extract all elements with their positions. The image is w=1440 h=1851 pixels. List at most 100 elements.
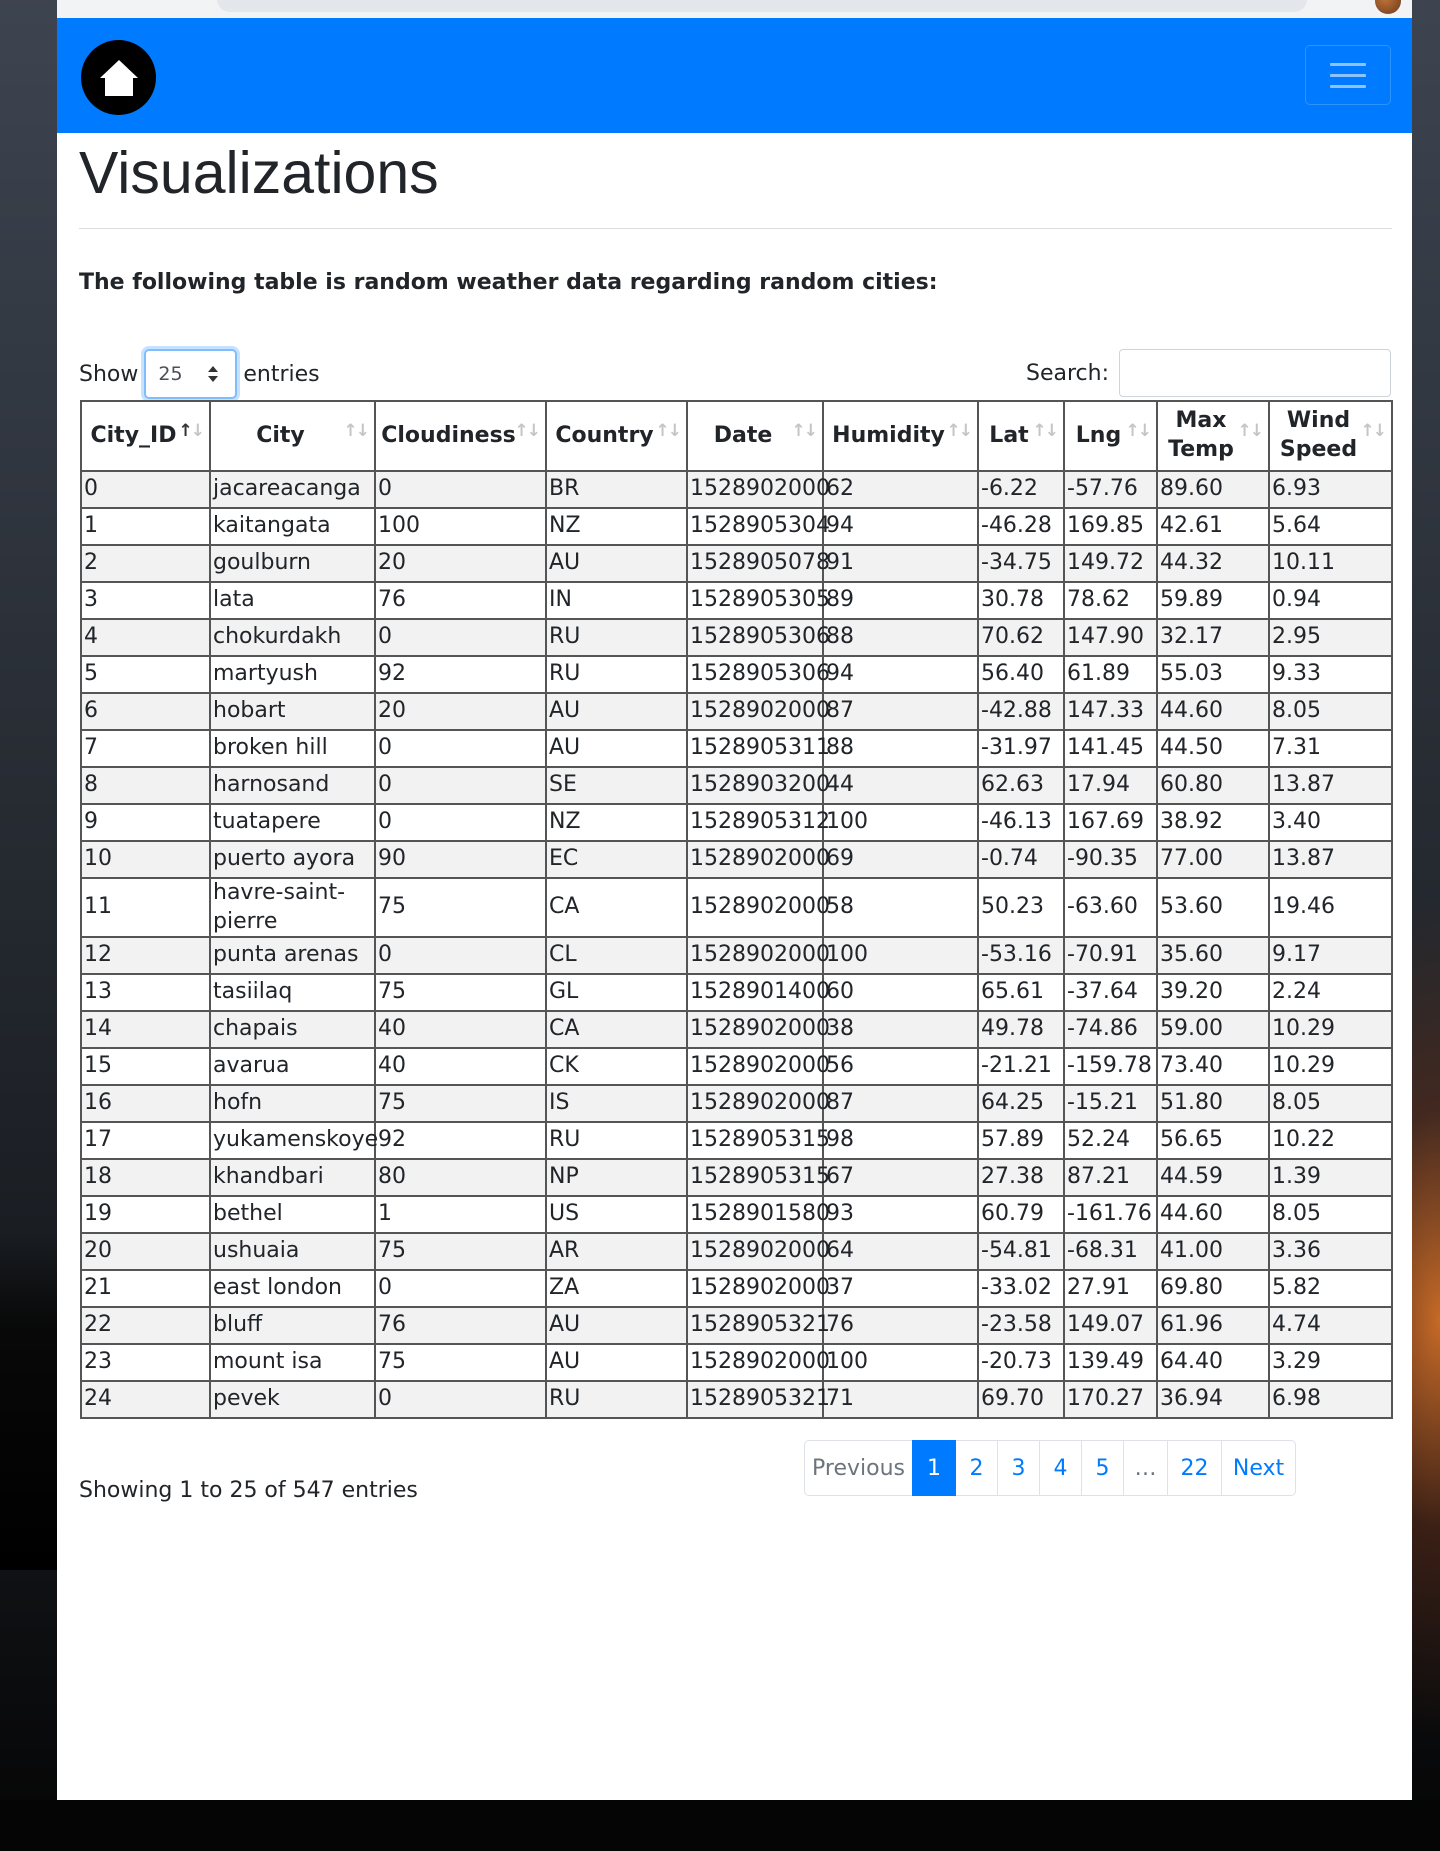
column-header-cloudiness[interactable]: Cloudiness ↑↓ — [374, 400, 547, 472]
navbar-toggler-button[interactable] — [1305, 45, 1391, 105]
table-cell: 75 — [374, 1084, 547, 1124]
table-cell: 56.40 — [977, 655, 1065, 694]
profile-avatar[interactable] — [1375, 0, 1401, 14]
table-cell: 5.82 — [1268, 1269, 1393, 1309]
table-cell: 13.87 — [1268, 766, 1393, 805]
table-cell: RU — [545, 1121, 688, 1161]
table-cell: tasiilaq — [209, 973, 376, 1013]
table-cell: 27.91 — [1063, 1269, 1158, 1309]
entries-select-value: 25 — [158, 363, 183, 385]
table-cell: 23 — [80, 1343, 211, 1383]
intro-text: The following table is random weather da… — [79, 270, 938, 295]
table-cell: 14 — [80, 1010, 211, 1050]
table-cell: 139.49 — [1063, 1343, 1158, 1383]
column-header-city[interactable]: City ↑↓ — [209, 400, 376, 472]
table-cell: 15 — [80, 1047, 211, 1087]
page-title: Visualizations — [79, 140, 439, 206]
table-cell: AU — [545, 692, 688, 731]
table-cell: 1528902000 — [686, 692, 830, 731]
search-input[interactable] — [1119, 349, 1391, 397]
table-cell: -23.58 — [977, 1306, 1065, 1346]
home-button[interactable] — [81, 40, 156, 115]
table-cell: 0 — [374, 1269, 547, 1309]
table-row: 12 punta arenas 0 CL 1528902000 100 -53.16 -70.… — [80, 936, 1393, 976]
table-cell: 75 — [374, 876, 547, 939]
table-cell: 9.33 — [1268, 655, 1393, 694]
table-cell: 13.87 — [1268, 840, 1393, 879]
table-cell: 35.60 — [1156, 936, 1270, 976]
table-cell: 1528905311 — [686, 729, 830, 768]
sort-icon: ↑↓ — [1360, 421, 1387, 441]
table-cell: 1528903200 — [686, 766, 830, 805]
table-cell: 49.78 — [977, 1010, 1065, 1050]
table-cell: tuatapere — [209, 803, 376, 842]
table-cell: NZ — [545, 803, 688, 842]
pagination-page-3[interactable]: 3 — [997, 1440, 1040, 1496]
table-cell: GL — [545, 973, 688, 1013]
table-cell: SE — [545, 766, 688, 805]
table-cell: 98 — [822, 1121, 979, 1161]
table-cell: 12 — [80, 936, 211, 976]
table-cell: 13 — [80, 973, 211, 1013]
table-cell: 38 — [822, 1010, 979, 1050]
table-cell: avarua — [209, 1047, 376, 1087]
table-row: 18 khandbari 80 NP 1528905315 67 27.38 87.21 44.… — [80, 1158, 1393, 1198]
table-cell: 37 — [822, 1269, 979, 1309]
table-cell: -42.88 — [977, 692, 1065, 731]
table-cell: 57.89 — [977, 1121, 1065, 1161]
table-cell: CA — [545, 876, 688, 939]
table-cell: 1528905306 — [686, 618, 830, 657]
column-header-label: Lng — [1075, 422, 1122, 448]
pagination-page-5[interactable]: 5 — [1081, 1440, 1124, 1496]
table-cell: 76 — [374, 581, 547, 620]
address-bar[interactable] — [217, 0, 1307, 12]
table-cell: 60.80 — [1156, 766, 1270, 805]
table-cell: 20 — [374, 544, 547, 583]
table-cell: 147.33 — [1063, 692, 1158, 731]
table-cell: 42.61 — [1156, 507, 1270, 546]
table-cell: 93 — [822, 1195, 979, 1235]
table-row: 7 broken hill 0 AU 1528905311 88 -31.97 141.45 4… — [80, 729, 1393, 768]
entries-select[interactable]: 25 — [144, 349, 238, 399]
pagination-previous[interactable]: Previous — [804, 1440, 913, 1496]
table-cell: RU — [545, 618, 688, 657]
sort-ascending-icon: ↑↓ — [178, 421, 205, 441]
column-header-wind-speed[interactable]: Wind Speed ↑↓ — [1268, 400, 1393, 472]
pagination-page-22[interactable]: 22 — [1167, 1440, 1222, 1496]
table-row: 14 chapais 40 CA 1528902000 38 49.78 -74.86 59.0… — [80, 1010, 1393, 1050]
table-cell: 149.07 — [1063, 1306, 1158, 1346]
table-cell: 7 — [80, 729, 211, 768]
table-cell: 36.94 — [1156, 1380, 1270, 1420]
table-cell: IS — [545, 1084, 688, 1124]
table-cell: 1 — [374, 1195, 547, 1235]
pagination-next[interactable]: Next — [1221, 1440, 1296, 1496]
column-header-date[interactable]: Date ↑↓ — [686, 400, 824, 472]
table-cell: 44.59 — [1156, 1158, 1270, 1198]
pagination-page-1[interactable]: 1 — [912, 1440, 956, 1496]
desktop-background-landscape — [0, 1230, 60, 1570]
table-cell: US — [545, 1195, 688, 1235]
table-cell: havre-saint-pierre — [209, 876, 376, 939]
table-cell: 30.78 — [977, 581, 1065, 620]
pagination-page-2[interactable]: 2 — [955, 1440, 998, 1496]
table-cell: broken hill — [209, 729, 376, 768]
table-cell: 64 — [822, 1232, 979, 1272]
column-header-lat[interactable]: Lat ↑↓ — [977, 400, 1065, 472]
table-cell: ushuaia — [209, 1232, 376, 1272]
column-header-lng[interactable]: Lng ↑↓ — [1063, 400, 1158, 472]
table-cell: 70.62 — [977, 618, 1065, 657]
table-cell: 0 — [374, 766, 547, 805]
column-header-max-temp[interactable]: Max Temp ↑↓ — [1156, 400, 1270, 472]
column-header-humidity[interactable]: Humidity ↑↓ — [822, 400, 979, 472]
table-cell: 3 — [80, 581, 211, 620]
column-header-country[interactable]: Country ↑↓ — [545, 400, 688, 472]
table-cell: -57.76 — [1063, 470, 1158, 509]
table-cell: 167.69 — [1063, 803, 1158, 842]
pagination-page-4[interactable]: 4 — [1039, 1440, 1082, 1496]
column-header-city-id[interactable]: City_ID ↑↓ — [80, 400, 211, 472]
table-cell: AU — [545, 1306, 688, 1346]
table-cell: -6.22 — [977, 470, 1065, 509]
table-cell: hofn — [209, 1084, 376, 1124]
table-cell: 27.38 — [977, 1158, 1065, 1198]
table-cell: harnosand — [209, 766, 376, 805]
